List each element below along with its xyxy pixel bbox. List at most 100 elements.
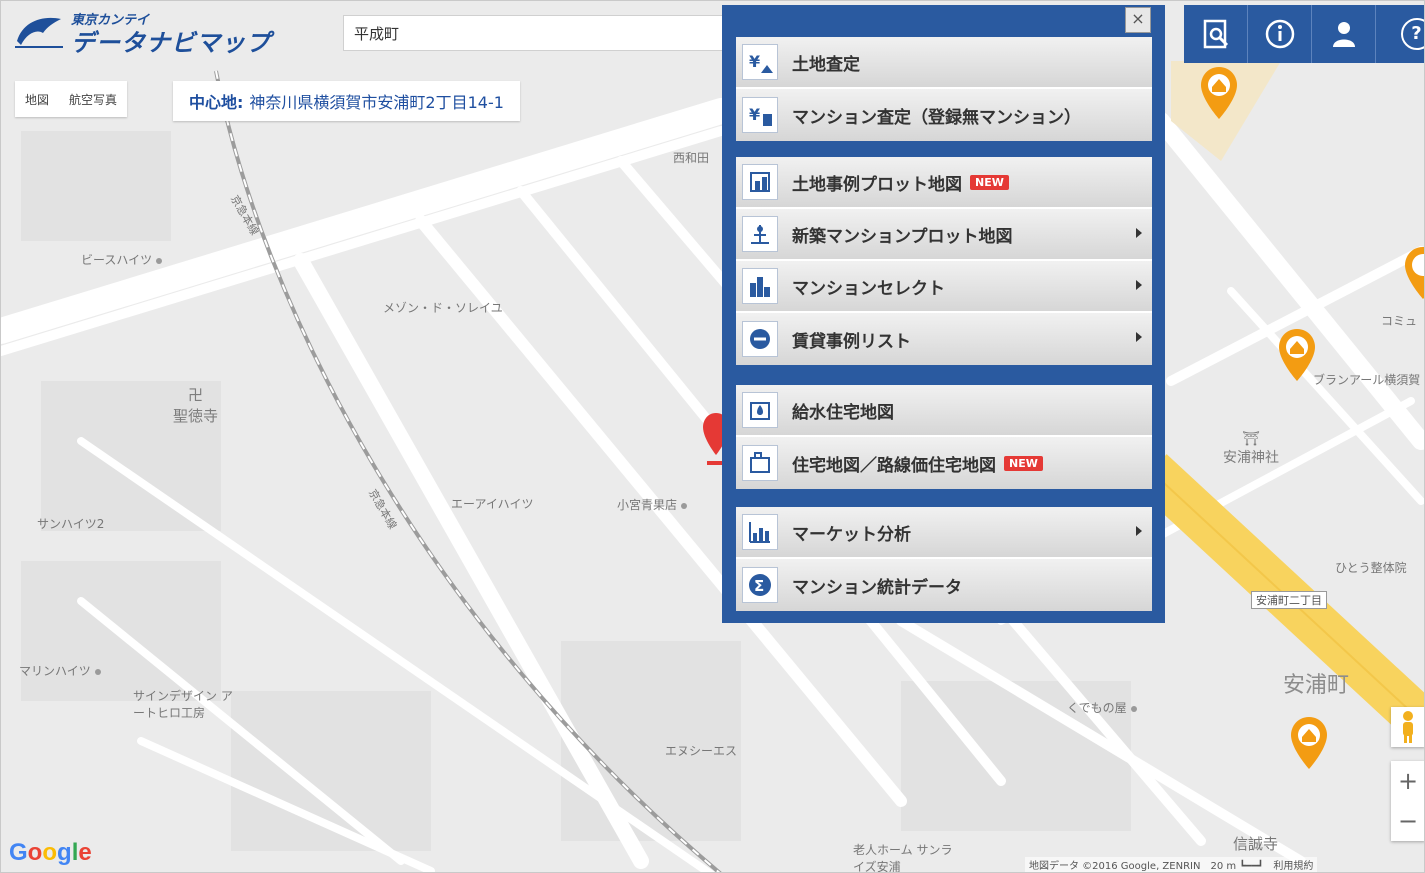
menu-item-label: マンション査定（登録無マンション） — [792, 107, 1081, 128]
land-appraisal-icon: ¥ — [742, 44, 778, 80]
app-frame: 京急本線 京急本線 卍 聖徳寺 ビースハイツ メゾン・ド・ソレイユ エーアイハイ… — [0, 0, 1425, 873]
property-pin[interactable] — [1403, 245, 1425, 301]
submenu-arrow-icon — [1136, 280, 1142, 290]
function-menu-panel: × ¥ 土地査定 ¥ マンション査定（登録無マンション） 土地事例プロット地図 … — [722, 5, 1165, 623]
poi-label: ビースハイツ — [81, 251, 163, 268]
report-button[interactable] — [1184, 5, 1248, 63]
rental-list-icon — [742, 321, 778, 357]
menu-item-condo-stats[interactable]: Σ マンション統計データ — [736, 559, 1152, 611]
poi-label: くでもの屋 — [1067, 699, 1137, 716]
shrine-icon: ⛩ — [1242, 431, 1260, 447]
land-plot-map-icon — [742, 164, 778, 200]
temple-icon: 卍 — [188, 386, 204, 404]
menu-item-label: 新築マンションプロット地図 — [792, 226, 1013, 247]
temple-label: 聖徳寺 — [173, 407, 219, 425]
housing-map-icon — [742, 445, 778, 481]
menu-item-market-analysis[interactable]: マーケット分析 — [736, 507, 1152, 559]
menu-item-land-appraisal[interactable]: ¥ 土地査定 — [736, 37, 1152, 89]
menu-item-label: マンション統計データ — [792, 577, 962, 598]
poi-label: 西和田 — [673, 151, 710, 165]
menu-group-appraisal: ¥ 土地査定 ¥ マンション査定（登録無マンション） — [736, 37, 1152, 141]
poi-label: ブランアール横須賀 — [1313, 373, 1421, 387]
map-canvas[interactable]: 京急本線 京急本線 卍 聖徳寺 ビースハイツ メゾン・ド・ソレイユ エーアイハイ… — [1, 1, 1425, 873]
zoom-control: + − — [1391, 761, 1424, 841]
user-button[interactable] — [1312, 5, 1376, 63]
menu-item-land-plot-map[interactable]: 土地事例プロット地図 NEW — [736, 157, 1152, 209]
new-badge: NEW — [1004, 455, 1043, 471]
new-condo-plot-icon — [742, 216, 778, 252]
info-icon — [1265, 19, 1294, 49]
poi-label: 老人ホーム サンライズ安浦 — [853, 843, 953, 873]
help-icon: ? — [1400, 18, 1424, 50]
center-label: 中心地: — [189, 93, 244, 112]
poi-label: ひとう整体院 — [1335, 561, 1407, 575]
menu-item-label: 土地事例プロット地図 — [792, 174, 962, 195]
map-type-control: 地図 航空写真 — [15, 81, 128, 117]
street-view-pegman[interactable] — [1391, 707, 1424, 747]
menu-item-label: 賃貸事例リスト — [792, 331, 911, 352]
top-toolbar: ? — [1184, 5, 1424, 63]
center-address: 神奈川県横須賀市安浦町2丁目14-1 — [249, 93, 504, 112]
condo-select-icon — [742, 268, 778, 304]
map-type-map[interactable]: 地図 — [15, 91, 59, 108]
menu-item-label: 住宅地図／路線価住宅地図 — [792, 455, 996, 476]
condo-appraisal-icon: ¥ — [742, 97, 778, 133]
condo-stats-icon: Σ — [742, 567, 778, 603]
zoom-in-button[interactable]: + — [1391, 761, 1424, 801]
app-logo[interactable]: 東京カンテイ データナビマップ — [11, 7, 276, 57]
temple-marker: 卍 聖徳寺 — [173, 384, 218, 426]
dolphin-logo-icon — [15, 17, 63, 48]
report-icon — [1203, 19, 1228, 49]
area-label: 安浦町 — [1283, 673, 1350, 698]
menu-item-label: マンションセレクト — [792, 278, 945, 299]
menu-item-label: マーケット分析 — [792, 524, 911, 545]
menu-item-new-condo-plot[interactable]: 新築マンションプロット地図 — [736, 209, 1152, 261]
brand-title: データナビマップ — [71, 29, 271, 57]
property-pin[interactable] — [1277, 327, 1317, 383]
poi-label: メゾン・ド・ソレイユ — [383, 301, 503, 315]
poi-label: サインデザイン アートヒロ工房 — [133, 689, 233, 720]
poi-label: サンハイツ2 — [37, 517, 105, 531]
menu-item-water-map[interactable]: 給水住宅地図 — [736, 385, 1152, 437]
property-pin[interactable] — [1289, 715, 1329, 771]
user-icon — [1332, 22, 1355, 47]
menu-item-label: 給水住宅地図 — [792, 402, 894, 423]
new-badge: NEW — [970, 174, 1009, 190]
submenu-arrow-icon — [1136, 526, 1142, 536]
help-button[interactable]: ? — [1376, 5, 1424, 63]
search-input[interactable] — [343, 15, 733, 51]
menu-item-housing-map[interactable]: 住宅地図／路線価住宅地図 NEW — [736, 437, 1152, 489]
water-map-icon — [742, 392, 778, 428]
shrine-marker: ⛩ 安浦神社 — [1223, 431, 1279, 467]
market-analysis-icon — [742, 514, 778, 550]
poi-label: マリンハイツ — [19, 662, 101, 679]
shrine-label: 安浦神社 — [1223, 450, 1279, 466]
poi-label: エーアイハイツ — [451, 497, 534, 511]
map-type-aerial[interactable]: 航空写真 — [59, 91, 127, 108]
menu-item-rental-list[interactable]: 賃貸事例リスト — [736, 313, 1152, 365]
submenu-arrow-icon — [1136, 228, 1142, 238]
menu-group-market: マーケット分析 Σ マンション統計データ — [736, 507, 1152, 611]
map-attribution[interactable]: 地図データ ©2016 Google, ZENRIN 20 m ┗━━┛ 利用規… — [1025, 857, 1318, 872]
poi-label: 小宮青果店 — [617, 496, 688, 513]
menu-item-label: 土地査定 — [792, 54, 860, 75]
menu-group-maps: 土地事例プロット地図 NEW 新築マンションプロット地図 マンションセレクト 賃… — [736, 157, 1152, 365]
svg-text:¥: ¥ — [749, 105, 760, 124]
svg-text:Σ: Σ — [754, 577, 764, 595]
info-button[interactable] — [1248, 5, 1312, 63]
svg-text:¥: ¥ — [749, 52, 760, 71]
poi-label: コミュ — [1381, 314, 1418, 328]
pegman-icon — [1403, 711, 1413, 743]
submenu-arrow-icon — [1136, 332, 1142, 342]
signal-label: 安浦町二丁目 — [1251, 591, 1327, 609]
poi-label: 信誠寺 — [1233, 835, 1279, 853]
center-address-box: 中心地: 神奈川県横須賀市安浦町2丁目14-1 — [173, 81, 520, 121]
menu-group-housing: 給水住宅地図 住宅地図／路線価住宅地図 NEW — [736, 385, 1152, 489]
poi-label: エヌシーエス — [665, 744, 738, 758]
menu-item-condo-appraisal[interactable]: ¥ マンション査定（登録無マンション） — [736, 89, 1152, 141]
menu-item-condo-select[interactable]: マンションセレクト — [736, 261, 1152, 313]
close-icon[interactable]: × — [1125, 7, 1151, 33]
google-logo: Google — [9, 839, 92, 866]
property-pin[interactable] — [1199, 65, 1239, 121]
zoom-out-button[interactable]: − — [1391, 801, 1424, 841]
